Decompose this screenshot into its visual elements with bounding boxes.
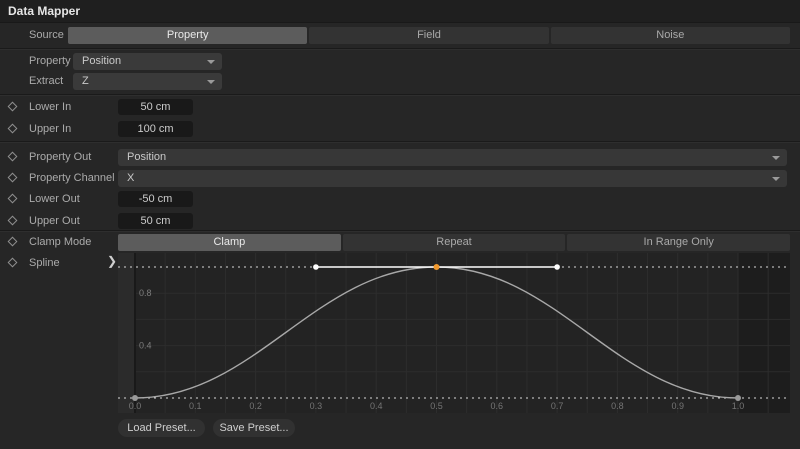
spline-handle-knob[interactable] (554, 264, 560, 270)
spline-handle-knob[interactable] (313, 264, 319, 270)
property-dropdown-value: Position (82, 55, 121, 67)
upper-out-field[interactable]: 50 cm (118, 213, 193, 229)
clamp-option-clamp[interactable]: Clamp (118, 234, 341, 251)
data-mapper-panel: Data Mapper Source PropertyFieldNoise Pr… (0, 0, 800, 449)
separator (0, 48, 800, 49)
keyframe-diamond-icon[interactable] (8, 102, 18, 112)
lower-in-label: Lower In (29, 101, 71, 113)
clamp-mode-label: Clamp Mode (29, 236, 91, 248)
source-tab-property[interactable]: Property (68, 27, 307, 44)
save-preset-button[interactable]: Save Preset... (213, 419, 295, 437)
spline-left-margin (118, 253, 135, 413)
extract-label: Extract (29, 75, 63, 87)
x-axis-tick-label: 0.4 (370, 401, 383, 411)
source-label: Source (29, 29, 64, 41)
x-axis-tick-label: 0.3 (310, 401, 323, 411)
x-axis-tick-label: 0.8 (611, 401, 624, 411)
load-preset-button[interactable]: Load Preset... (118, 419, 205, 437)
spline-out-of-range-area (738, 253, 790, 413)
separator (0, 230, 800, 231)
y-axis-tick-label: 0.8 (139, 288, 152, 298)
chevron-down-icon (207, 60, 215, 64)
upper-in-field[interactable]: 100 cm (118, 121, 193, 137)
x-axis-tick-label: 0.0 (129, 401, 142, 411)
property-channel-dropdown-value: X (127, 172, 134, 184)
lower-out-label: Lower Out (29, 193, 80, 205)
keyframe-diamond-icon[interactable] (8, 194, 18, 204)
clamp-option-in-range-only[interactable]: In Range Only (567, 234, 790, 251)
source-tab-field[interactable]: Field (309, 27, 548, 44)
keyframe-diamond-icon[interactable] (8, 216, 18, 226)
panel-title: Data Mapper (8, 4, 80, 18)
source-tab-noise[interactable]: Noise (551, 27, 790, 44)
extract-dropdown-value: Z (82, 75, 89, 87)
lower-out-field[interactable]: -50 cm (118, 191, 193, 207)
x-axis-tick-label: 0.2 (249, 401, 262, 411)
x-axis-tick-label: 0.6 (491, 401, 504, 411)
spline-point-selected[interactable] (434, 264, 440, 270)
clamp-mode-group: ClampRepeatIn Range Only (118, 234, 790, 251)
property-channel-dropdown[interactable]: X (118, 170, 787, 187)
keyframe-diamond-icon[interactable] (8, 258, 18, 268)
chevron-down-icon (772, 177, 780, 181)
property-dropdown[interactable]: Position (73, 53, 222, 70)
keyframe-diamond-icon[interactable] (8, 173, 18, 183)
property-label: Property (29, 55, 71, 67)
upper-in-label: Upper In (29, 123, 71, 135)
keyframe-diamond-icon[interactable] (8, 124, 18, 134)
extract-dropdown[interactable]: Z (73, 73, 222, 90)
panel-titlebar: Data Mapper (0, 0, 800, 23)
property-out-dropdown[interactable]: Position (118, 149, 787, 166)
lower-in-field[interactable]: 50 cm (118, 99, 193, 115)
chevron-down-icon (207, 80, 215, 84)
x-axis-tick-label: 0.1 (189, 401, 202, 411)
spline-editor[interactable]: 0.8 0.4 0.0 0.1 0.2 0.3 0.4 0.5 0.6 0.7 0.8 0.9 1.0 (118, 253, 790, 413)
separator (0, 94, 800, 95)
property-out-label: Property Out (29, 151, 91, 163)
keyframe-diamond-icon[interactable] (8, 152, 18, 162)
spline-label: Spline (29, 257, 60, 269)
x-axis-tick-label: 0.7 (551, 401, 564, 411)
source-tab-group: PropertyFieldNoise (68, 27, 790, 44)
chevron-down-icon (772, 156, 780, 160)
x-axis-tick-label: 0.9 (671, 401, 684, 411)
y-axis-tick-label: 0.4 (139, 341, 152, 351)
upper-out-label: Upper Out (29, 215, 80, 227)
clamp-option-repeat[interactable]: Repeat (343, 234, 566, 251)
x-axis-tick-label: 0.5 (430, 401, 443, 411)
spline-canvas[interactable]: 0.8 0.4 0.0 0.1 0.2 0.3 0.4 0.5 0.6 0.7 0.8 0.9 1.0 (118, 253, 790, 413)
keyframe-diamond-icon[interactable] (8, 237, 18, 247)
x-axis-tick-label: 1.0 (732, 401, 745, 411)
separator (0, 141, 800, 142)
property-out-dropdown-value: Position (127, 151, 166, 163)
expand-chevron-icon[interactable]: ❯ (107, 254, 117, 268)
property-channel-label: Property Channel (29, 172, 115, 184)
